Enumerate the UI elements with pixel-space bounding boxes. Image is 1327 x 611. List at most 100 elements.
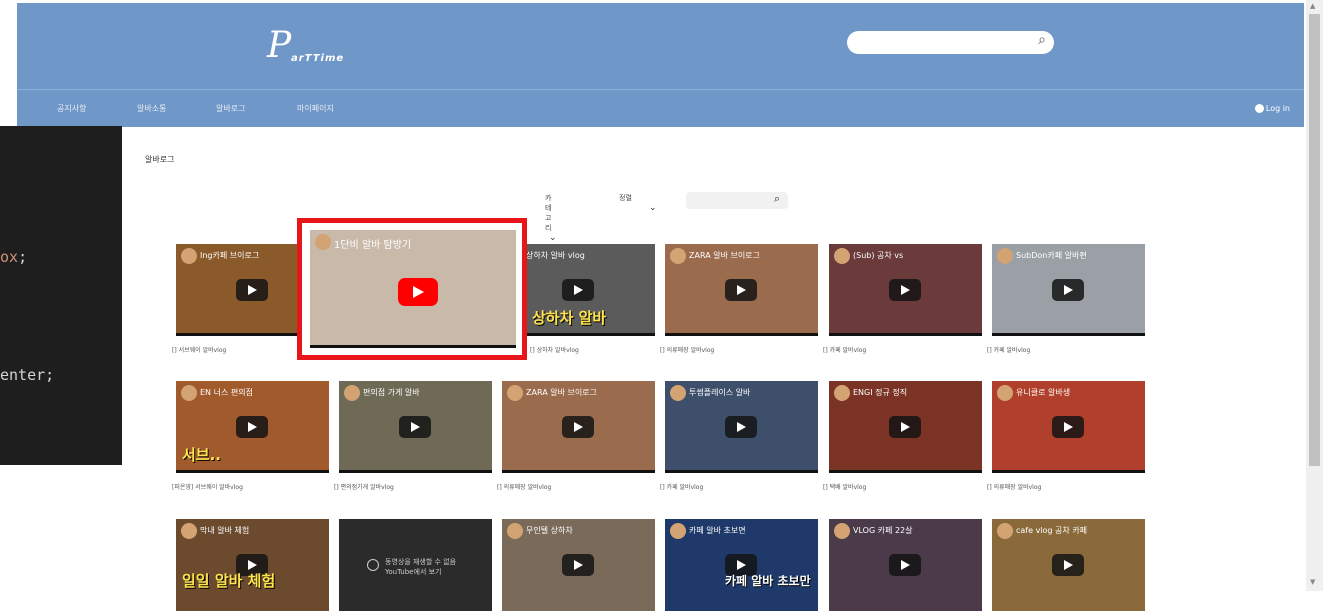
video-thumb[interactable]: ZARA 알바 브이로그 — [665, 244, 818, 336]
video-caption: [] 편의점가게 알바vlog — [334, 484, 394, 491]
video-thumb[interactable]: ENGI 정규 정직 — [829, 381, 982, 473]
video-thumb[interactable]: VLOG 카페 22살 — [829, 519, 982, 611]
play-icon[interactable] — [725, 416, 757, 438]
channel-avatar — [670, 523, 686, 539]
site-header: P arTTime ⌕ 공지사항 알바소통 알바로그 마이페이지 Log in — [17, 3, 1304, 127]
header-divider — [17, 89, 1304, 90]
video-overlay-text: 카페 알바 초보만 — [725, 574, 811, 588]
channel-avatar — [834, 385, 850, 401]
channel-avatar — [670, 248, 686, 264]
video-thumb[interactable]: SubDon카페 알바편 — [992, 244, 1145, 336]
video-title: ZARA 알바 브이로그 — [689, 251, 760, 260]
category-select[interactable]: 카테고리⌄ — [545, 193, 557, 243]
nav-item-community[interactable]: 알바소통 — [137, 103, 166, 114]
watch-on-youtube-link[interactable]: YouTube에서 보기 — [385, 568, 441, 576]
video-title: 1단비 알바 탐방기 — [334, 240, 412, 251]
video-caption: [] 서브웨이 알바vlog — [172, 347, 227, 354]
video-thumb[interactable]: 유니클로 알바생 — [992, 381, 1145, 473]
channel-avatar — [834, 523, 850, 539]
channel-avatar — [181, 523, 197, 539]
play-icon[interactable] — [725, 279, 757, 301]
video-title: ZARA 알바 브이로그 — [526, 388, 597, 397]
scroll-down-arrow-icon[interactable]: ▼ — [1310, 578, 1315, 586]
video-title: 투썸플레이스 알바 — [689, 388, 751, 397]
video-unavailable-message: 동영상을 재생할 수 없음 YouTube에서 보기 — [385, 558, 457, 576]
video-thumb[interactable]: 카페 알바 초보면 카페 알바 초보만 — [665, 519, 818, 611]
code-token-enter: enter; — [0, 366, 55, 384]
nav-item-log[interactable]: 알바로그 — [216, 103, 245, 114]
video-title: 유니클로 알바생 — [1016, 388, 1071, 397]
channel-avatar — [344, 385, 360, 401]
site-logo[interactable]: P arTTime — [267, 25, 387, 75]
channel-avatar — [834, 248, 850, 264]
scroll-up-arrow-icon[interactable]: ▲ — [1310, 2, 1315, 10]
video-search-input[interactable]: ⌕ — [686, 192, 788, 209]
chevron-down-icon: ⌄ — [549, 233, 557, 243]
video-caption: [] 의류매장 알바vlog — [497, 484, 552, 491]
code-editor-overlay: ox; enter; — [0, 126, 122, 465]
sort-select[interactable]: 정렬 ⌄ — [619, 193, 657, 213]
code-line-1: ox; — [0, 248, 28, 266]
logo-letter: P — [267, 25, 292, 66]
play-icon[interactable] — [562, 554, 594, 576]
search-icon[interactable]: ⌕ — [774, 192, 780, 206]
youtube-play-icon[interactable] — [398, 278, 438, 306]
video-thumb[interactable]: 투썸플레이스 알바 — [665, 381, 818, 473]
play-icon[interactable] — [236, 279, 268, 301]
video-caption: [퍼온영] 서브웨이 알바vlog — [172, 484, 243, 491]
video-caption: [] 상하차 알바vlog — [530, 347, 579, 354]
user-icon — [1254, 104, 1264, 113]
category-select-label: 카테고리 — [545, 194, 552, 232]
video-overlay-text: 상하차 알바 — [532, 309, 607, 327]
scrollbar-thumb[interactable] — [1309, 14, 1320, 466]
logo-text: arTTime — [291, 53, 345, 64]
nav-item-notice[interactable]: 공지사항 — [57, 103, 86, 114]
code-token-ox: ox — [0, 248, 19, 266]
video-caption: [] 카페 알바vlog — [660, 484, 704, 491]
vertical-scrollbar[interactable]: ▲ ▼ — [1306, 0, 1323, 591]
video-thumb[interactable]: EN 너스 편의점 서브.. — [176, 381, 329, 473]
video-thumb[interactable]: ZARA 알바 브이로그 — [502, 381, 655, 473]
video-overlay-text: 일일 알바 체험 — [182, 572, 276, 590]
video-title: cafe vlog 공차 카페 — [1016, 526, 1088, 535]
video-title: 카페 알바 초보면 — [689, 526, 746, 535]
channel-avatar — [507, 523, 523, 539]
play-icon[interactable] — [889, 279, 921, 301]
play-icon[interactable] — [562, 279, 594, 301]
info-icon — [367, 559, 379, 571]
video-title: 편의점 가게 알바 — [363, 388, 420, 397]
play-icon[interactable] — [562, 416, 594, 438]
video-title: 상하차 알바 vlog — [526, 251, 585, 260]
video-thumb[interactable]: cafe vlog 공차 카페 — [992, 519, 1145, 611]
video-title: 무인텔 상하차 — [526, 526, 573, 535]
channel-avatar — [670, 385, 686, 401]
play-icon[interactable] — [889, 416, 921, 438]
channel-avatar — [997, 385, 1013, 401]
video-thumb[interactable]: 막내 알바 체험 일일 알바 체험 — [176, 519, 329, 611]
header-search-input[interactable]: ⌕ — [847, 31, 1054, 54]
video-thumb[interactable]: 무인텔 상하차 — [502, 519, 655, 611]
play-icon[interactable] — [1052, 279, 1084, 301]
channel-avatar — [997, 523, 1013, 539]
video-unavailable-thumb[interactable]: 동영상을 재생할 수 없음 YouTube에서 보기 — [339, 519, 492, 611]
play-icon[interactable] — [889, 554, 921, 576]
page-title: 알바로그 — [145, 155, 175, 164]
video-caption: [] 의류매장 알바vlog — [987, 484, 1042, 491]
main-nav: 공지사항 알바소통 알바로그 마이페이지 — [17, 103, 1304, 123]
video-thumb[interactable]: 편의점 가게 알바 — [339, 381, 492, 473]
video-caption: [] 카페 알바vlog — [987, 347, 1031, 354]
play-icon[interactable] — [236, 416, 268, 438]
login-button[interactable]: Log in — [1254, 104, 1290, 113]
video-title: 막내 알바 체험 — [200, 526, 250, 535]
play-icon[interactable] — [1052, 416, 1084, 438]
channel-avatar — [997, 248, 1013, 264]
video-title: ENGI 정규 정직 — [853, 388, 908, 397]
video-title: (Sub) 공차 vs — [853, 251, 904, 260]
video-thumb[interactable]: 1단비 알바 탐방기 — [310, 230, 516, 348]
nav-item-mypage[interactable]: 마이페이지 — [297, 103, 334, 114]
play-icon[interactable] — [399, 416, 431, 438]
login-label: Log in — [1265, 104, 1290, 113]
video-thumb[interactable]: (Sub) 공차 vs — [829, 244, 982, 336]
search-icon[interactable]: ⌕ — [1038, 32, 1046, 48]
play-icon[interactable] — [1052, 554, 1084, 576]
